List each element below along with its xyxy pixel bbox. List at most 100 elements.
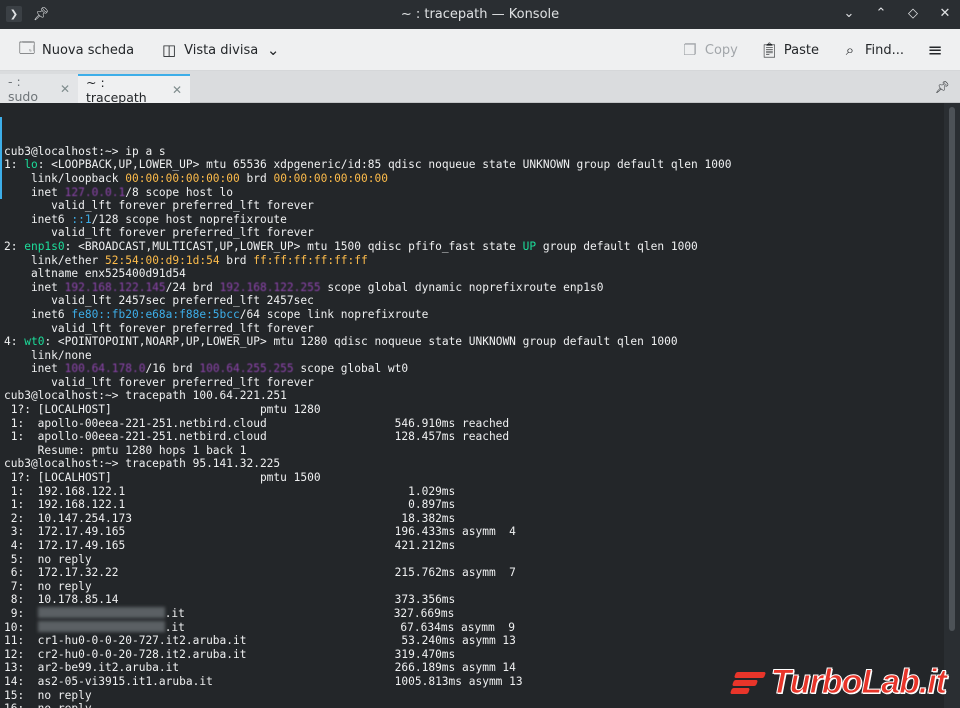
- terminal-text: link/ether: [4, 253, 106, 267]
- terminal-line: altname enx525400d91d54: [4, 267, 944, 281]
- terminal-output[interactable]: cub3@localhost:~> ip a s 1: lo: <LOOPBACK…: [0, 103, 944, 708]
- terminal-text: cub3@localhost:~> tracepath 100.64.221.2…: [4, 389, 287, 403]
- paste-button[interactable]: 📋︎ Paste: [754, 35, 825, 65]
- terminal-scrollbar[interactable]: [944, 103, 960, 708]
- terminal-text: cub3@localhost:~> ip a s: [4, 144, 166, 158]
- terminal-text: valid_lft forever preferred_lft forever: [4, 226, 314, 240]
- terminal-text: UP: [522, 239, 537, 253]
- terminal-line: 7: no reply: [4, 580, 944, 594]
- terminal-text: 11: cr1-hu0-0-0-20-727.it2.aruba.it 53.2…: [4, 634, 516, 648]
- terminal-text: 13: ar2-be99.it2.aruba.it 266.189ms asym…: [4, 661, 516, 675]
- terminal-line: 16: no reply: [4, 702, 944, 708]
- terminal-text: brd: [219, 253, 254, 267]
- terminal-line: 9: .it 327.669ms: [4, 606, 944, 621]
- terminal-text: .it 327.669ms: [164, 606, 455, 620]
- pin-icon[interactable]: 📌︎: [32, 5, 50, 23]
- terminal-text: 100.64.255.255: [199, 362, 294, 376]
- terminal-line: 2: enp1s0: <BROADCAST,MULTICAST,UP,LOWER…: [4, 240, 944, 254]
- terminal-text: group default qlen 1000: [536, 239, 698, 253]
- terminal-line: valid_lft 2457sec preferred_lft 2457sec: [4, 294, 944, 308]
- terminal-text: 1:: [4, 158, 25, 172]
- konsole-app-icon[interactable]: ❯: [6, 6, 22, 22]
- terminal-text: 1?: [LOCALHOST] pmtu 1500: [4, 471, 321, 485]
- terminal-text: 4: 172.17.49.165 421.212ms: [4, 539, 456, 552]
- copy-label: Copy: [704, 42, 738, 58]
- terminal-text: /16 brd: [145, 362, 200, 376]
- terminal-text: 1: 192.168.122.1 0.897ms: [4, 498, 456, 512]
- new-tab-button[interactable]: 🗔︎ Nuova scheda: [12, 35, 140, 65]
- terminal-text: wt0: [24, 335, 45, 349]
- find-button[interactable]: ⌕ Find...: [835, 35, 910, 65]
- terminal-line: link/loopback 00:00:00:00:00:00 brd 00:0…: [4, 172, 944, 186]
- terminal-text: 00:00:00:00:00:00: [125, 171, 240, 185]
- tab-bar: - : sudo ✕ ~ : tracepath ✕ 📌︎: [0, 71, 960, 105]
- terminal-text: 1: 192.168.122.1 1.029ms: [4, 484, 456, 498]
- terminal-text: link/loopback: [4, 171, 126, 185]
- window-title: ~ : tracepath — Konsole: [400, 7, 560, 22]
- terminal-text: 100.64.178.0: [64, 362, 146, 376]
- terminal-line: 12: cr2-hu0-0-0-20-728.it2.aruba.it 319.…: [4, 648, 944, 662]
- terminal-text: 12: cr2-hu0-0-0-20-728.it2.aruba.it 319.…: [4, 647, 456, 661]
- main-toolbar: 🗔︎ Nuova scheda ◫ Vista divisa ⌄ ❐ Copy …: [0, 29, 960, 71]
- terminal-text: 1: apollo-00eea-221-251.netbird.cloud 54…: [4, 416, 510, 430]
- split-view-button[interactable]: ◫ Vista divisa ⌄: [154, 35, 288, 65]
- terminal-line: 1: lo: <LOOPBACK,UP,LOWER_UP> mtu 65536 …: [4, 158, 944, 172]
- pin-tabbar-icon[interactable]: 📌︎: [935, 80, 950, 94]
- terminal-text: /128 scope host noprefixroute: [91, 212, 287, 226]
- terminal-text: 00:00:00:00:00:00: [273, 171, 388, 185]
- terminal-text: : <LOOPBACK,UP,LOWER_UP> mtu 65536 xdpge…: [37, 158, 732, 172]
- new-tab-icon: 🗔︎: [18, 38, 36, 57]
- terminal-text: valid_lft forever preferred_lft forever: [4, 375, 314, 389]
- terminal-text: valid_lft forever preferred_lft forever: [4, 321, 314, 335]
- dropdown-menu-icon[interactable]: ⌄: [840, 4, 858, 22]
- terminal-text: : <POINTOPOINT,NOARP,UP,LOWER_UP> mtu 12…: [44, 335, 678, 349]
- terminal-text: enp1s0: [24, 239, 65, 253]
- search-icon: ⌕: [845, 41, 855, 59]
- window-titlebar[interactable]: ❯ 📌︎ ~ : tracepath — Konsole ⌄ ⌃ ◇ ✕: [0, 0, 960, 29]
- hamburger-menu-icon: ≡: [927, 39, 943, 61]
- terminal-text: 127.0.0.1: [64, 185, 126, 199]
- terminal-line: 11: cr1-hu0-0-0-20-727.it2.aruba.it 53.2…: [4, 634, 944, 648]
- terminal-line: cub3@localhost:~> ip a s: [4, 145, 944, 159]
- tab-sudo[interactable]: - : sudo ✕: [0, 73, 78, 104]
- terminal-text: 5: no reply: [4, 552, 92, 566]
- scrollbar-thumb[interactable]: [949, 107, 955, 631]
- terminal-line: valid_lft forever preferred_lft forever: [4, 322, 944, 336]
- terminal-text: inet: [4, 280, 65, 294]
- terminal-text: 192.168.122.255: [219, 280, 321, 294]
- close-tab-icon[interactable]: ✕: [60, 82, 70, 96]
- terminal-text: 9:: [4, 606, 38, 620]
- close-tab-icon[interactable]: ✕: [172, 83, 182, 97]
- terminal-lines: cub3@localhost:~> ip a s 1: lo: <LOOPBACK…: [4, 145, 944, 708]
- terminal-text: /64 scope link noprefixroute: [239, 307, 429, 321]
- terminal-line: 4: wt0: <POINTOPOINT,NOARP,UP,LOWER_UP> …: [4, 335, 944, 349]
- terminal-text: 15: no reply: [4, 688, 92, 702]
- copy-button[interactable]: ❐ Copy: [675, 35, 744, 65]
- terminal-line: 1?: [LOCALHOST] pmtu 1280: [4, 403, 944, 417]
- terminal-text: .it 67.634ms asymm 9: [164, 620, 515, 634]
- terminal-line: link/ether 52:54:00:d9:1d:54 brd ff:ff:f…: [4, 254, 944, 268]
- terminal-text: lo: [24, 158, 38, 172]
- terminal-text: 14: as2-05-vi3915.it1.aruba.it 1005.813m…: [4, 674, 523, 688]
- split-view-icon: ◫: [162, 41, 177, 59]
- tab-label: ~ : tracepath: [86, 74, 147, 105]
- minimize-icon[interactable]: ⌃: [872, 4, 890, 22]
- terminal-text: valid_lft forever preferred_lft forever: [4, 199, 314, 213]
- close-icon[interactable]: ✕: [936, 4, 954, 22]
- terminal-line: link/none: [4, 349, 944, 363]
- terminal-text: 10:: [4, 620, 38, 634]
- terminal-line: inet 100.64.178.0/16 brd 100.64.255.255 …: [4, 362, 944, 376]
- maximize-icon[interactable]: ◇: [904, 4, 922, 22]
- hamburger-menu-button[interactable]: ≡: [920, 35, 950, 65]
- redacted-hostname: [37, 620, 165, 632]
- terminal-line: 1: 192.168.122.1 0.897ms: [4, 498, 944, 512]
- selection-marker: [0, 117, 2, 199]
- terminal-line: Resume: pmtu 1280 hops 1 back 1: [4, 444, 944, 458]
- tab-label: - : sudo: [8, 73, 39, 104]
- tab-tracepath[interactable]: ~ : tracepath ✕: [78, 74, 190, 105]
- terminal-text: 2:: [4, 239, 25, 253]
- terminal-text: 52:54:00:d9:1d:54: [105, 253, 220, 267]
- terminal-text: scope global wt0: [293, 362, 409, 376]
- terminal-text: altname enx525400d91d54: [4, 267, 186, 281]
- terminal-text: inet: [4, 362, 65, 376]
